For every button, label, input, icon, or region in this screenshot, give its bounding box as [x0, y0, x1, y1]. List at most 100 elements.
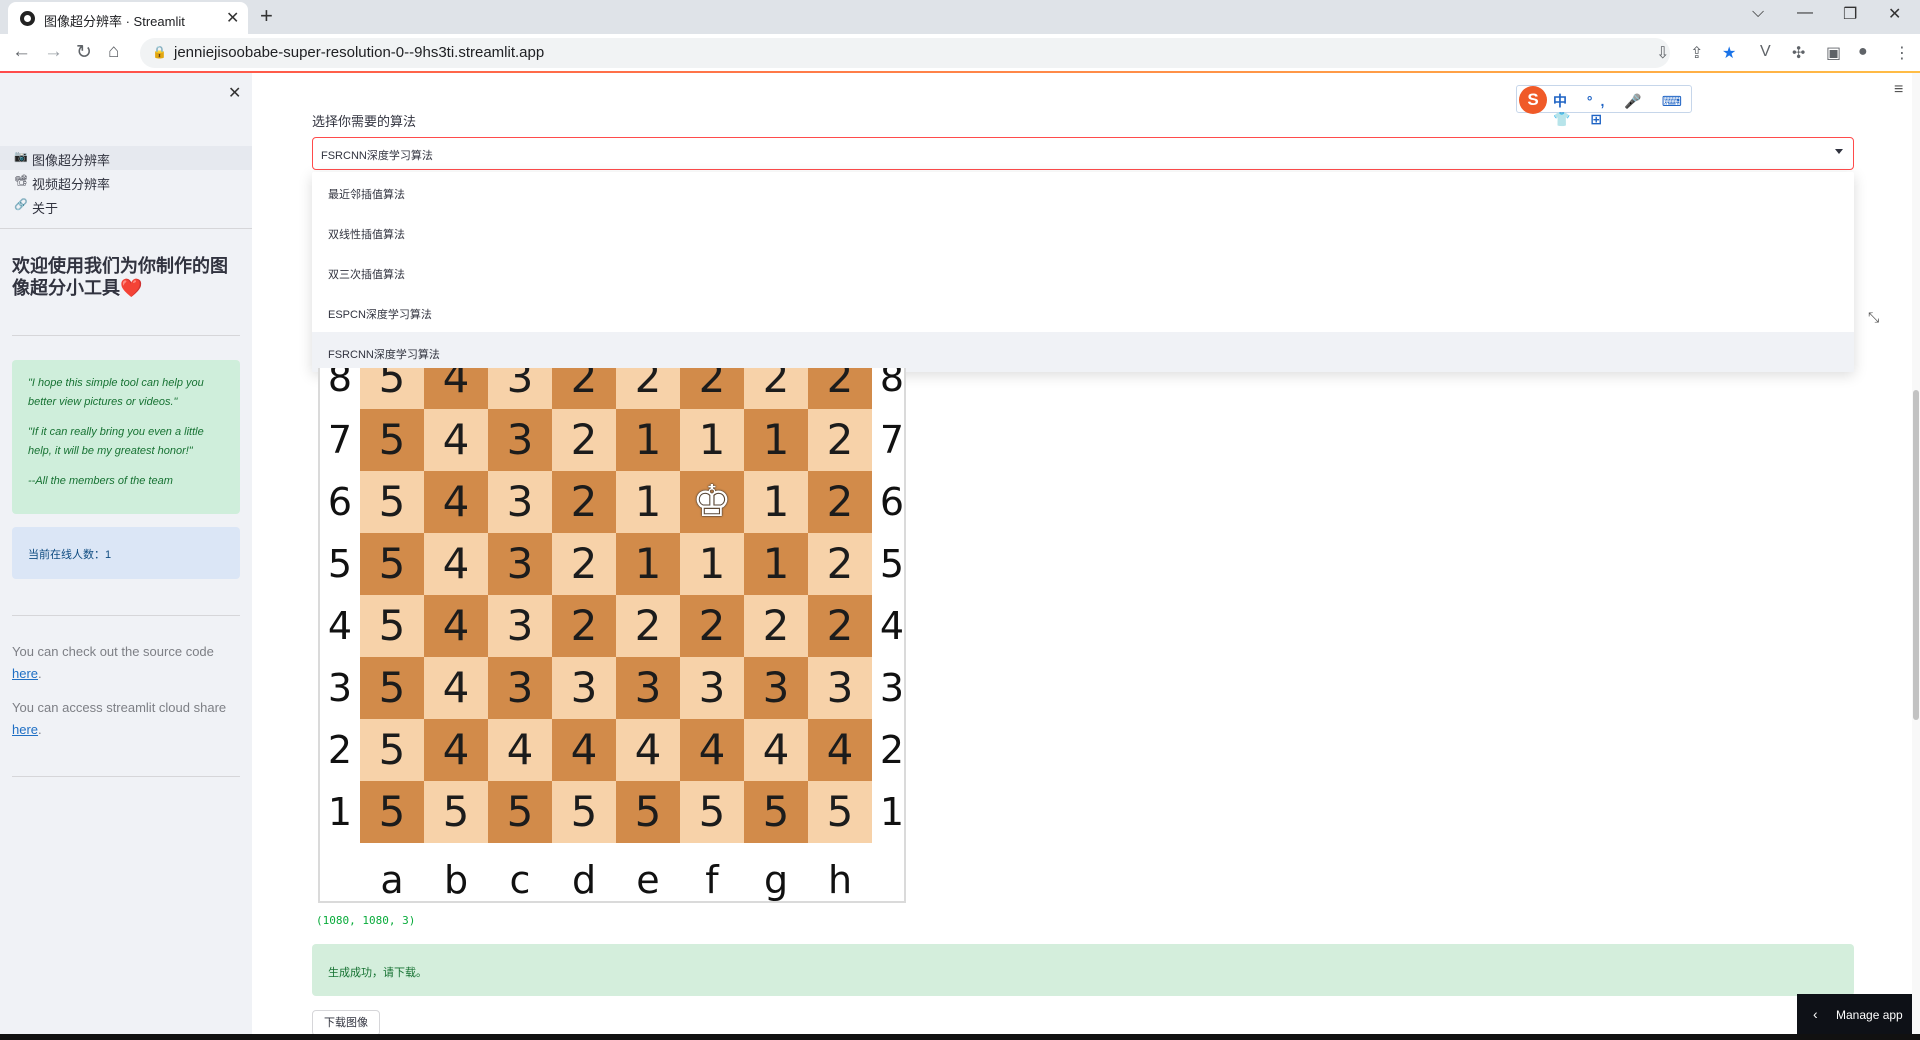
- browser-menu-icon[interactable]: ⋮: [1894, 43, 1910, 63]
- os-taskbar: [0, 1034, 1920, 1040]
- sidebar-item-video-sr[interactable]: 📽 视频超分辨率: [0, 170, 252, 194]
- bookmark-star-icon[interactable]: ★: [1722, 43, 1736, 63]
- lock-icon[interactable]: 🔒: [152, 45, 167, 59]
- board-square: 4: [424, 471, 488, 533]
- extensions-puzzle-icon[interactable]: ✣: [1792, 43, 1805, 63]
- option-espcn[interactable]: ESPCN深度学习算法: [312, 292, 1854, 332]
- board-square: 1: [744, 533, 808, 595]
- source-code-link[interactable]: here: [12, 666, 38, 681]
- period: .: [38, 666, 42, 681]
- side-panel-icon[interactable]: ▣: [1826, 43, 1841, 63]
- scrollbar-thumb[interactable]: [1913, 390, 1919, 720]
- main-content: ≡ S 中 °, 🎤 ⌨ 👕 ⊞ 选择你需要的算法 FSRCNN深度学习算法 最…: [252, 73, 1920, 1036]
- reload-icon[interactable]: ↻: [76, 41, 92, 64]
- board-square: 5: [360, 595, 424, 657]
- new-tab-button[interactable]: +: [260, 3, 273, 29]
- board-square: 4: [424, 409, 488, 471]
- fullscreen-expand-icon[interactable]: ⤡: [1868, 309, 1879, 326]
- algorithm-select[interactable]: FSRCNN深度学习算法: [312, 137, 1854, 170]
- browser-tab[interactable]: 图像超分辨率 · Streamlit ✕: [8, 2, 248, 34]
- board-square: 3: [488, 471, 552, 533]
- board-square: 2: [808, 409, 872, 471]
- caret-down-icon[interactable]: [1835, 149, 1843, 154]
- ime-tools[interactable]: 中 °, 🎤 ⌨ 👕 ⊞: [1553, 91, 1691, 128]
- option-bicubic[interactable]: 双三次插值算法: [312, 252, 1854, 292]
- period: .: [38, 722, 42, 737]
- sidebar-item-label: 视频超分辨率: [32, 177, 111, 192]
- rank-label: 2: [879, 728, 905, 772]
- online-count-info: 当前在线人数：1: [12, 527, 240, 579]
- board-square: 4: [424, 368, 488, 409]
- browser-tab-bar: 图像超分辨率 · Streamlit ✕ + ⌵ — ❐ ✕: [0, 0, 1920, 34]
- quote-line: "If it can really bring you even a littl…: [28, 426, 204, 457]
- sidebar: ✕ 📷 图像超分辨率 📽 视频超分辨率 🔗 关于 欢迎使用我们为你制作的图像超分…: [0, 73, 252, 1034]
- board-square: 3: [808, 657, 872, 719]
- sidebar-close-icon[interactable]: ✕: [228, 83, 241, 103]
- file-label: h: [827, 858, 853, 902]
- sidebar-item-about[interactable]: 🔗 关于: [0, 194, 252, 218]
- share-icon[interactable]: ⇪: [1690, 43, 1703, 63]
- algorithm-dropdown: 最近邻插值算法 双线性插值算法 双三次插值算法 ESPCN深度学习算法 FSRC…: [312, 172, 1854, 372]
- install-icon[interactable]: ⇩: [1656, 43, 1669, 63]
- board-square: 2: [552, 471, 616, 533]
- chess-board: 5 4 3 2 2 2 2 2 5 4 3 2 1 1 1 2 5 4 3 2 1 ♚ 1 2 5 4 3 2 1 1 1 2 5 4 3 2 2 2 2 2…: [360, 368, 872, 856]
- option-label: FSRCNN深度学习算法: [328, 349, 440, 361]
- source-code-label: You can check out the source code: [12, 644, 214, 659]
- home-icon[interactable]: ⌂: [108, 41, 119, 63]
- back-arrow-icon[interactable]: ←: [12, 41, 31, 63]
- window-close-button[interactable]: ✕: [1888, 4, 1901, 24]
- board-square: 4: [552, 719, 616, 781]
- option-nearest[interactable]: 最近邻插值算法: [312, 172, 1854, 212]
- board-square: 5: [360, 471, 424, 533]
- ime-toolbar[interactable]: S 中 °, 🎤 ⌨ 👕 ⊞: [1516, 85, 1692, 127]
- board-square: 5: [360, 409, 424, 471]
- restore-button[interactable]: ❐: [1843, 4, 1857, 24]
- streamlit-favicon-icon: [20, 11, 35, 26]
- sidebar-item-label: 关于: [32, 201, 59, 216]
- board-square: 3: [488, 657, 552, 719]
- board-square: 4: [680, 719, 744, 781]
- quote-line: "I hope this simple tool can help you be…: [28, 377, 204, 408]
- rank-label: 8: [879, 368, 905, 400]
- manage-app-button[interactable]: ‹ Manage app: [1797, 994, 1920, 1034]
- sogou-logo-icon: S: [1519, 86, 1547, 114]
- success-alert: 生成成功，请下载。: [312, 944, 1854, 996]
- board-square: 2: [616, 595, 680, 657]
- manage-app-label: Manage app: [1836, 1008, 1903, 1022]
- rank-label: 6: [879, 480, 905, 524]
- board-square: 1: [744, 409, 808, 471]
- divider: [12, 776, 240, 777]
- rank-label: 4: [327, 604, 353, 648]
- board-square: 1: [744, 471, 808, 533]
- forward-arrow-icon[interactable]: →: [44, 41, 63, 63]
- profile-avatar-icon[interactable]: ●: [1858, 43, 1868, 61]
- board-square: 4: [616, 719, 680, 781]
- option-label: 最近邻插值算法: [328, 189, 405, 201]
- board-square: 5: [808, 781, 872, 843]
- option-bilinear[interactable]: 双线性插值算法: [312, 212, 1854, 252]
- algorithm-select-label: 选择你需要的算法: [312, 114, 417, 129]
- board-square: 4: [744, 719, 808, 781]
- rank-label: 7: [879, 418, 905, 462]
- tab-search-icon[interactable]: ⌵: [1752, 4, 1764, 22]
- url-field[interactable]: 🔒 jenniejisoobabe-super-resolution-0--9h…: [140, 38, 1670, 68]
- board-square: 1: [680, 409, 744, 471]
- chevron-left-icon: ‹: [1813, 1006, 1818, 1022]
- file-label: e: [636, 858, 660, 902]
- select-value: FSRCNN深度学习算法: [321, 150, 433, 162]
- rank-label: 1: [879, 790, 905, 834]
- extension-v-icon[interactable]: V: [1760, 43, 1771, 61]
- minimize-button[interactable]: —: [1797, 4, 1813, 22]
- download-image-button[interactable]: 下载图像: [312, 1010, 380, 1036]
- board-square: 5: [360, 657, 424, 719]
- hamburger-menu-icon[interactable]: ≡: [1894, 81, 1903, 99]
- sidebar-item-image-sr[interactable]: 📷 图像超分辨率: [0, 146, 252, 170]
- board-square: 4: [424, 595, 488, 657]
- option-fsrcnn[interactable]: FSRCNN深度学习算法: [312, 332, 1854, 372]
- board-square: 2: [808, 368, 872, 409]
- share-link[interactable]: here: [12, 722, 38, 737]
- board-square: 5: [360, 719, 424, 781]
- quote-signature: --All the members of the team: [28, 475, 173, 487]
- tab-close-icon[interactable]: ✕: [226, 8, 239, 28]
- board-square: 1: [616, 533, 680, 595]
